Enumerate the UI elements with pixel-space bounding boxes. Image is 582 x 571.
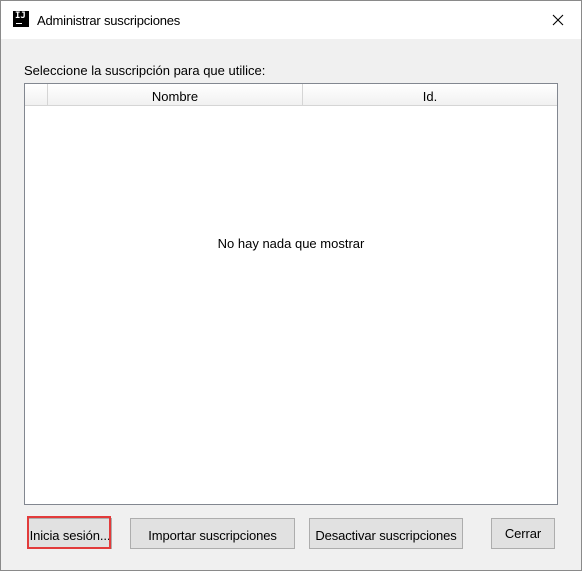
- empty-table-message: No hay nada que mostrar: [217, 236, 365, 251]
- subscriptions-table[interactable]: Nombre Id. No hay nada que mostrar: [24, 83, 558, 505]
- close-button[interactable]: Cerrar: [491, 518, 555, 549]
- close-icon: [552, 14, 564, 26]
- disable-subscriptions-button[interactable]: Desactivar suscripciones: [309, 518, 463, 549]
- intellij-app-icon: IJ: [13, 11, 29, 27]
- column-header-id[interactable]: Id.: [303, 84, 557, 105]
- table-header: Nombre Id.: [25, 84, 557, 106]
- app-icon-text: IJ: [15, 11, 26, 21]
- manage-subscriptions-dialog: IJ Administrar suscripciones Seleccione …: [0, 0, 582, 571]
- window-close-button[interactable]: [535, 1, 581, 39]
- import-subscriptions-button[interactable]: Importar suscripciones: [130, 518, 295, 549]
- title-bar: IJ Administrar suscripciones: [1, 1, 581, 39]
- window-title: Administrar suscripciones: [37, 13, 181, 28]
- sign-in-button[interactable]: Inicia sesión...: [28, 518, 112, 549]
- column-header-select[interactable]: [25, 84, 48, 105]
- column-header-name[interactable]: Nombre: [48, 84, 303, 105]
- subscription-prompt-label: Seleccione la suscripción para que utili…: [24, 63, 266, 78]
